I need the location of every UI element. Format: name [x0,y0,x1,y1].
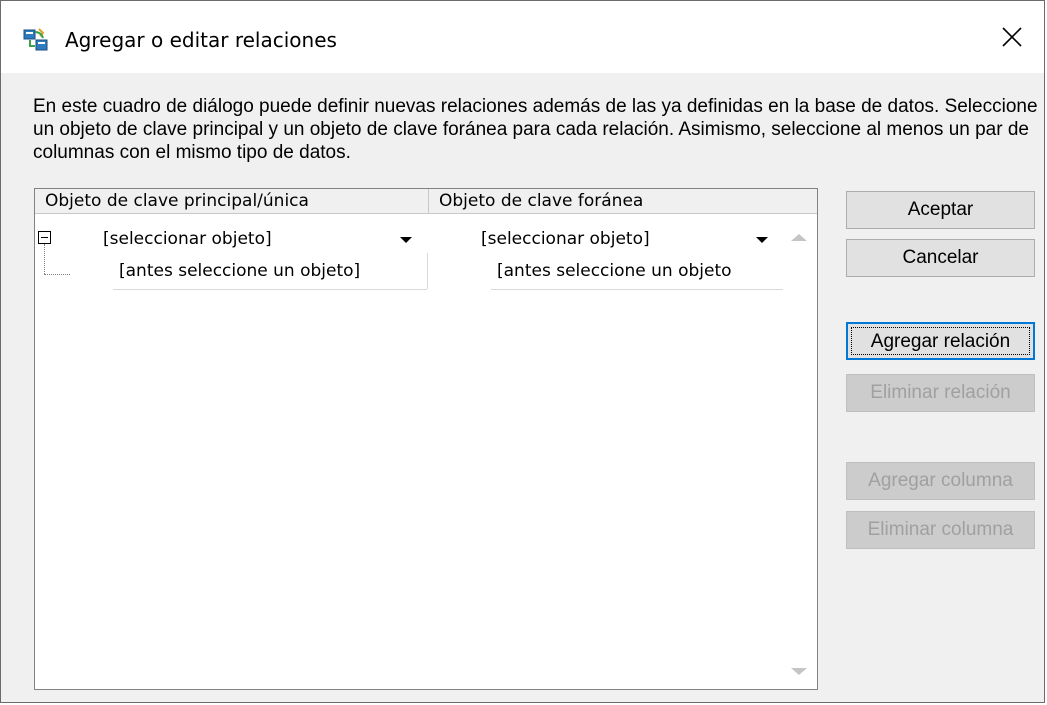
column-header-foreign-key[interactable]: Objeto de clave foránea [429,189,817,213]
arrow-down-icon [791,667,807,675]
cancel-button-label: Cancelar [902,247,979,268]
dropdown-arrow-icon [756,236,768,243]
cancel-button[interactable]: Cancelar [846,239,1035,277]
scroll-up-button[interactable] [786,229,812,245]
add-column-button[interactable]: Agregar columna [846,462,1035,500]
cell-border [427,253,428,289]
accept-button-label: Aceptar [907,199,974,220]
primary-object-select[interactable]: [seleccionar objeto] [103,229,272,249]
primary-column-cell[interactable]: [antes seleccione un objeto] [119,261,360,281]
dialog-title: Agregar o editar relaciones [65,28,337,52]
cell-border [491,289,783,290]
foreign-column-cell[interactable]: [antes seleccione un objeto [497,261,781,281]
dropdown-arrow-icon [400,236,412,243]
remove-column-button[interactable]: Eliminar columna [846,511,1035,549]
accept-button[interactable]: Aceptar [846,191,1035,229]
tree-connector [44,274,70,275]
collapse-icon[interactable] [38,231,51,244]
remove-relation-label: Eliminar relación [870,382,1011,403]
add-relation-button[interactable]: Agregar relación [846,322,1035,360]
dialog-description: En este cuadro de diálogo puede definir … [33,96,1038,163]
add-column-label: Agregar columna [868,470,1013,491]
arrow-up-icon [791,233,807,241]
scroll-down-button[interactable] [786,663,812,679]
primary-dropdown-button[interactable] [395,231,417,248]
add-relation-label: Agregar relación [870,331,1011,352]
title-bar: Agregar o editar relaciones [1,1,1044,73]
relations-grid[interactable]: Objeto de clave principal/única Objeto d… [34,188,818,690]
foreign-dropdown-button[interactable] [751,231,773,248]
cell-border [113,289,427,290]
remove-column-label: Eliminar columna [867,519,1014,540]
grid-header: Objeto de clave principal/única Objeto d… [35,189,817,214]
close-button[interactable] [980,1,1044,73]
foreign-object-select[interactable]: [seleccionar objeto] [481,229,650,249]
relations-icon [23,28,48,51]
close-icon [1002,27,1022,47]
column-header-primary-key[interactable]: Objeto de clave principal/única [35,189,429,213]
remove-relation-button[interactable]: Eliminar relación [846,374,1035,412]
dialog-window: Agregar o editar relaciones En este cuad… [0,0,1045,703]
tree-connector [44,244,45,274]
